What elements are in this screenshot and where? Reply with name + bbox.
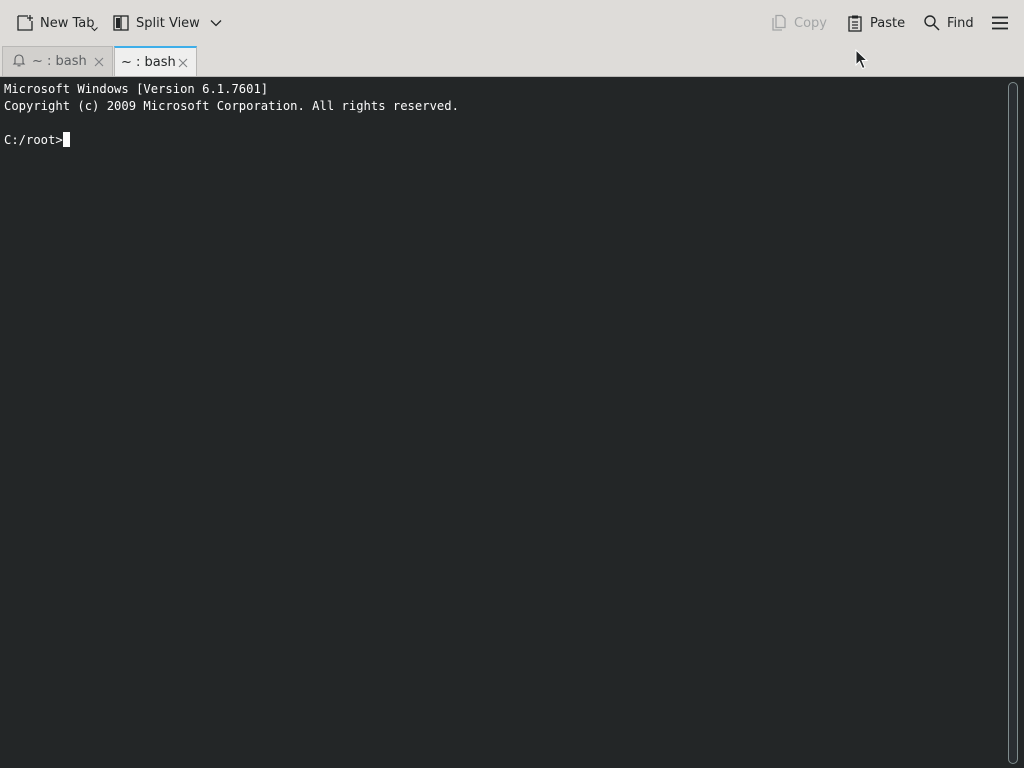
paste-label: Paste bbox=[870, 15, 906, 31]
terminal-prompt: C:/root> bbox=[4, 133, 63, 147]
new-tab-icon bbox=[16, 14, 34, 32]
copy-icon bbox=[770, 14, 788, 32]
split-view-button[interactable]: Split View bbox=[112, 10, 222, 36]
mouse-pointer-icon bbox=[855, 48, 869, 75]
close-icon[interactable] bbox=[94, 56, 104, 71]
tab-title: ~ : bash bbox=[32, 54, 87, 69]
new-tab-button[interactable]: New Tab bbox=[16, 10, 98, 36]
find-label: Find bbox=[947, 15, 974, 31]
tab-bash-1[interactable]: ~ : bash bbox=[2, 46, 113, 76]
new-tab-label: New Tab bbox=[40, 15, 95, 31]
terminal-line: Copyright (c) 2009 Microsoft Corporation… bbox=[4, 99, 459, 113]
search-icon bbox=[923, 14, 941, 32]
konsole-window: New Tab Split View Copy Paste Find ~: b… bbox=[0, 0, 1024, 768]
bell-icon bbox=[12, 53, 26, 71]
copy-button[interactable]: Copy bbox=[770, 10, 827, 36]
text-cursor bbox=[62, 132, 70, 147]
main-toolbar: New Tab Split View Copy Paste Find bbox=[0, 0, 1024, 46]
tab-bash-2[interactable]: ~ : bash bbox=[114, 46, 197, 76]
tab-title: ~ : bash bbox=[121, 54, 176, 70]
close-icon[interactable] bbox=[178, 57, 188, 72]
chevron-down-icon[interactable] bbox=[91, 27, 98, 32]
terminal-output[interactable]: Microsoft Windows [Version 6.1.7601] Cop… bbox=[0, 78, 1006, 768]
paste-button[interactable]: Paste bbox=[846, 10, 905, 36]
terminal-prompt-line: C:/root> bbox=[4, 132, 1006, 149]
split-view-label: Split View bbox=[136, 15, 200, 31]
hamburger-menu-button[interactable] bbox=[990, 10, 1010, 36]
split-view-icon bbox=[112, 14, 130, 32]
tab-bar: ~ : bash ~ : bash bbox=[0, 46, 1024, 77]
copy-label: Copy bbox=[794, 15, 827, 31]
chevron-down-icon[interactable] bbox=[210, 19, 222, 27]
terminal-scrollbar[interactable] bbox=[1008, 82, 1018, 764]
find-button[interactable]: Find bbox=[923, 10, 974, 36]
terminal-line: Microsoft Windows [Version 6.1.7601] bbox=[4, 82, 269, 96]
paste-icon bbox=[846, 14, 864, 32]
hamburger-menu-icon bbox=[990, 14, 1010, 32]
